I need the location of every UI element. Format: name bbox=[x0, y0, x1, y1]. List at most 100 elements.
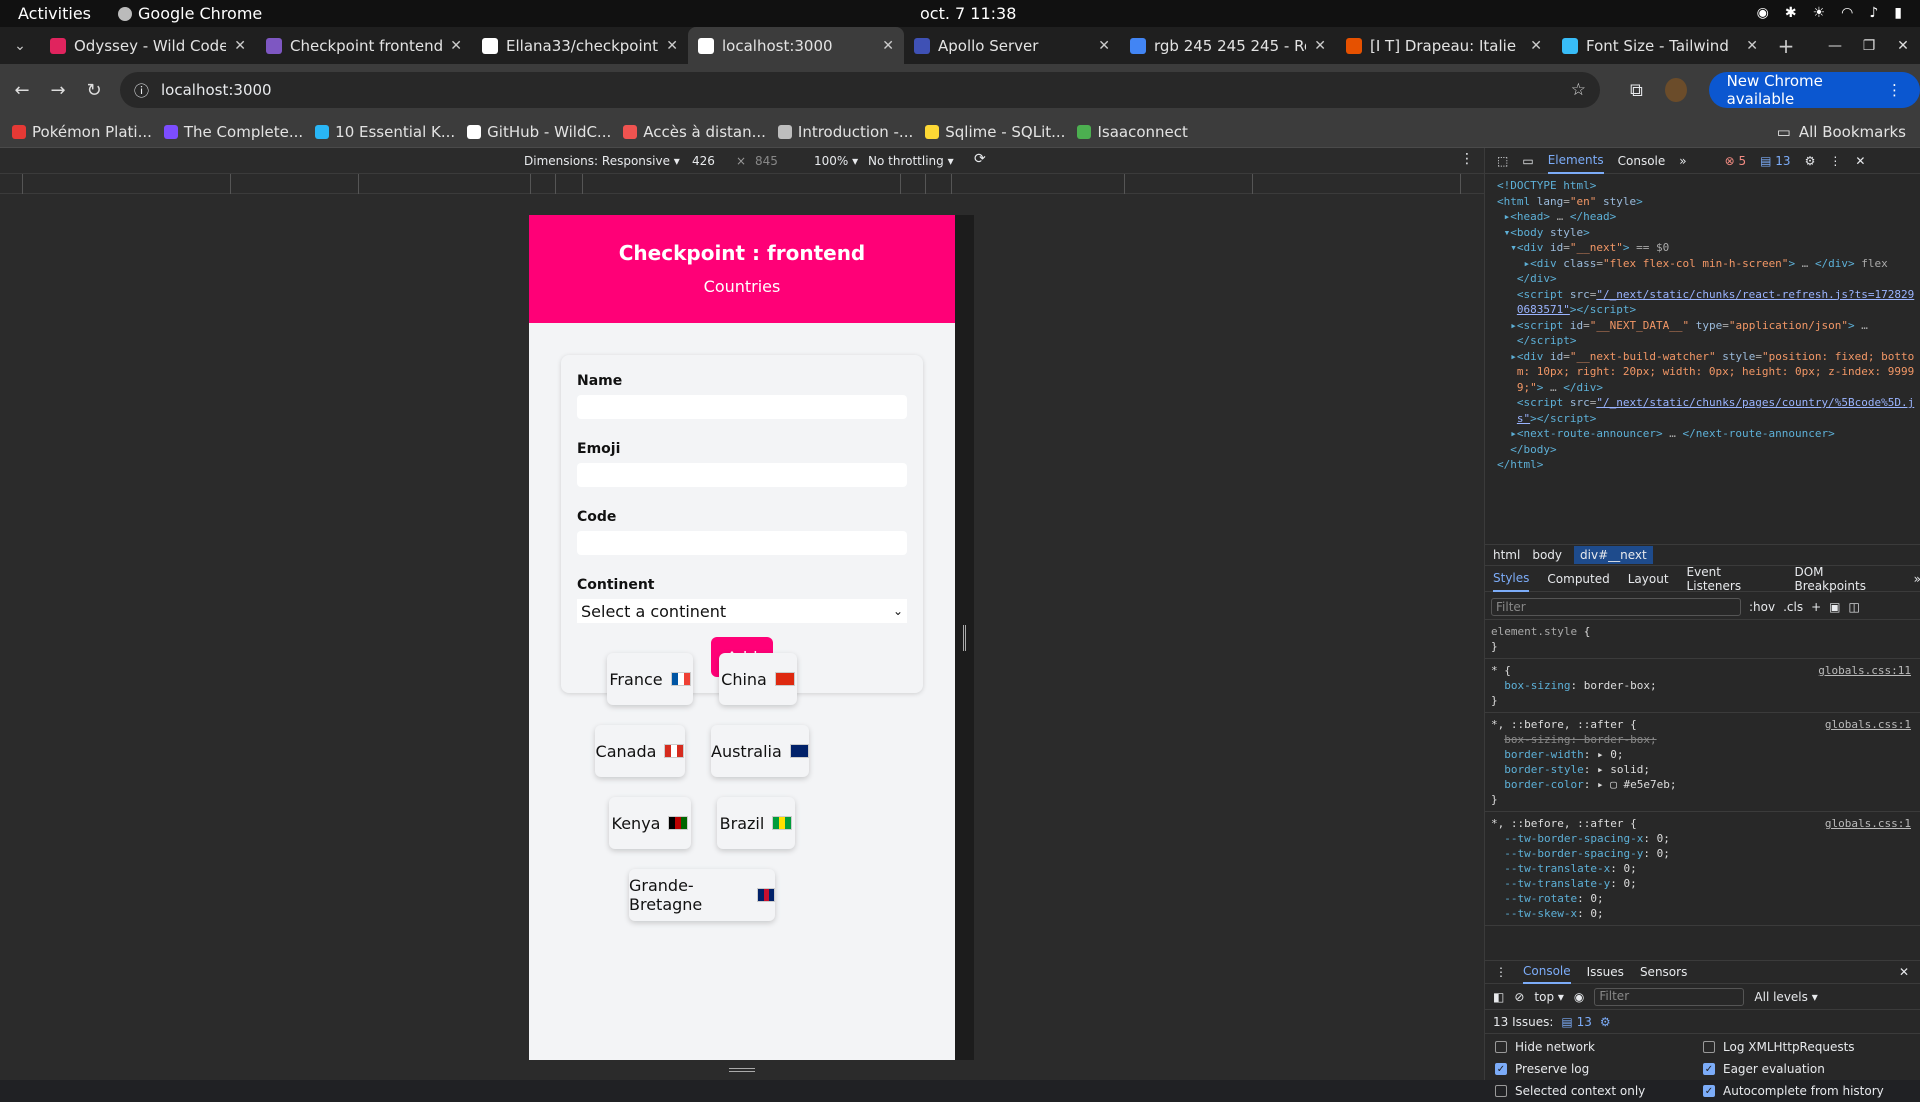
maximize-icon[interactable]: ❐ bbox=[1852, 38, 1886, 54]
bookmark-item[interactable]: Introduction -... bbox=[777, 123, 913, 141]
name-input[interactable] bbox=[577, 395, 907, 419]
settings-icon[interactable]: ⚙ bbox=[1805, 154, 1816, 168]
bookmark-item[interactable]: Sqlime - SQLit... bbox=[925, 123, 1065, 141]
code-input[interactable] bbox=[577, 531, 907, 555]
console-option[interactable]: Selected context only bbox=[1495, 1084, 1703, 1098]
browser-tab[interactable]: [I T] Drapeau: Italie ✕ bbox=[1336, 27, 1552, 64]
console-option[interactable]: ✓ Autocomplete from history bbox=[1703, 1084, 1911, 1098]
url-text[interactable]: localhost:3000 bbox=[161, 81, 272, 99]
checkbox[interactable] bbox=[1495, 1085, 1507, 1097]
checkbox[interactable] bbox=[1703, 1041, 1715, 1053]
bookmark-item[interactable]: 10 Essential K... bbox=[315, 123, 455, 141]
country-card[interactable]: Grande-Bretagne bbox=[629, 869, 775, 921]
more-subtabs-icon[interactable]: » bbox=[1914, 572, 1920, 586]
log-levels-dropdown[interactable]: All levels ▾ bbox=[1754, 990, 1817, 1004]
continent-select[interactable]: Select a continent ⌄ bbox=[577, 599, 907, 623]
console-settings-icon[interactable]: ⚙ bbox=[1600, 1015, 1611, 1029]
back-icon[interactable]: ← bbox=[4, 80, 40, 101]
country-card[interactable]: France bbox=[607, 653, 693, 705]
drawer-tab-sensors[interactable]: Sensors bbox=[1640, 965, 1687, 979]
context-select[interactable]: top ▾ bbox=[1534, 990, 1564, 1004]
bookmark-item[interactable]: Pokémon Plati... bbox=[12, 123, 152, 141]
browser-tab[interactable]: Odyssey - Wild Code ✕ bbox=[40, 27, 256, 64]
app-menu[interactable]: Google Chrome bbox=[118, 4, 262, 23]
checkbox[interactable]: ✓ bbox=[1495, 1063, 1507, 1075]
tab-event-listeners[interactable]: Event Listeners bbox=[1687, 565, 1777, 593]
breadcrumb-body[interactable]: body bbox=[1532, 548, 1562, 562]
new-chrome-available-button[interactable]: New Chrome available ⋮ bbox=[1708, 72, 1920, 108]
width-input[interactable]: 426 bbox=[692, 154, 715, 168]
dimensions-dropdown[interactable]: Dimensions: Responsive ▾ bbox=[524, 154, 680, 168]
checkbox[interactable]: ✓ bbox=[1703, 1085, 1715, 1097]
country-card[interactable]: Australia bbox=[711, 725, 809, 777]
inspect-icon[interactable]: ⬚ bbox=[1497, 154, 1508, 168]
resize-handle-bottom[interactable] bbox=[529, 1060, 974, 1080]
device-menu-icon[interactable]: ⋮ bbox=[1460, 151, 1474, 167]
tab-dom-breakpoints[interactable]: DOM Breakpoints bbox=[1795, 565, 1896, 593]
console-sidebar-icon[interactable]: ◧ bbox=[1493, 990, 1504, 1004]
error-badge[interactable]: ⊗ 5 bbox=[1725, 154, 1747, 168]
country-card[interactable]: China bbox=[719, 653, 797, 705]
reload-icon[interactable]: ↻ bbox=[76, 80, 112, 101]
breadcrumb-next[interactable]: div#__next bbox=[1574, 546, 1653, 564]
browser-tab[interactable]: Apollo Server ✕ bbox=[904, 27, 1120, 64]
media-query-ruler[interactable] bbox=[0, 174, 1484, 194]
new-tab-button[interactable]: + bbox=[1768, 27, 1804, 64]
bookmark-star-icon[interactable]: ☆ bbox=[1571, 80, 1586, 100]
message-badge[interactable]: ▤ 13 bbox=[1760, 154, 1790, 168]
clock[interactable]: oct. 7 11:38 bbox=[920, 4, 1016, 23]
drawer-tab-issues[interactable]: Issues bbox=[1587, 965, 1624, 979]
tab-computed[interactable]: Computed bbox=[1547, 572, 1609, 586]
close-tab-icon[interactable]: ✕ bbox=[1098, 38, 1110, 54]
console-option[interactable]: ✓ Preserve log bbox=[1495, 1062, 1703, 1076]
activities-button[interactable]: Activities bbox=[18, 4, 91, 23]
checkbox[interactable] bbox=[1495, 1041, 1507, 1053]
forward-icon[interactable]: → bbox=[40, 80, 76, 101]
breadcrumb-html[interactable]: html bbox=[1493, 548, 1520, 562]
close-tab-icon[interactable]: ✕ bbox=[666, 38, 678, 54]
minimize-icon[interactable]: — bbox=[1818, 38, 1852, 54]
issues-badge[interactable]: ▤ 13 bbox=[1561, 1015, 1591, 1029]
browser-tab[interactable]: Ellana33/checkpoint ✕ bbox=[472, 27, 688, 64]
styles-pane[interactable]: element.style {} * {globals.css:11 box-s… bbox=[1485, 620, 1920, 956]
more-tabs-icon[interactable]: » bbox=[1679, 154, 1686, 168]
console-option[interactable]: Hide network bbox=[1495, 1040, 1703, 1054]
browser-tab[interactable]: localhost:3000 ✕ bbox=[688, 27, 904, 64]
dom-tree[interactable]: <!DOCTYPE html> <html lang="en" style> ▸… bbox=[1485, 174, 1920, 477]
browser-tab[interactable]: Font Size - Tailwind ✕ bbox=[1552, 27, 1768, 64]
browser-tab[interactable]: Checkpoint frontend ✕ bbox=[256, 27, 472, 64]
system-tray[interactable]: ◉ ✱ ☀ ◠ ♪ ▮ bbox=[1757, 5, 1902, 21]
throttle-dropdown[interactable]: No throttling ▾ bbox=[868, 154, 954, 168]
tab-elements[interactable]: Elements bbox=[1547, 148, 1604, 174]
cls-toggle[interactable]: .cls bbox=[1783, 600, 1803, 614]
close-tab-icon[interactable]: ✕ bbox=[1530, 38, 1542, 54]
close-tab-icon[interactable]: ✕ bbox=[1746, 38, 1758, 54]
tab-search-icon[interactable]: ⌄ bbox=[0, 27, 40, 64]
tab-styles[interactable]: Styles bbox=[1493, 566, 1530, 592]
console-option[interactable]: Log XMLHttpRequests bbox=[1703, 1040, 1911, 1054]
tab-console[interactable]: Console bbox=[1618, 154, 1666, 168]
styles-filter-input[interactable]: Filter bbox=[1491, 597, 1741, 616]
drawer-tab-console[interactable]: Console bbox=[1523, 960, 1571, 984]
bookmark-item[interactable]: Isaaconnect bbox=[1077, 123, 1188, 141]
emoji-input[interactable] bbox=[577, 463, 907, 487]
resize-handle-right[interactable] bbox=[963, 625, 966, 651]
rotate-icon[interactable]: ⟳ bbox=[974, 151, 986, 167]
height-input[interactable]: 845 bbox=[755, 154, 778, 168]
bookmark-item[interactable]: The Complete... bbox=[163, 123, 303, 141]
country-card[interactable]: Kenya bbox=[609, 797, 691, 849]
all-bookmarks-button[interactable]: ▭ All Bookmarks bbox=[1777, 123, 1906, 141]
console-option[interactable]: ✓ Eager evaluation bbox=[1703, 1062, 1911, 1076]
live-expression-icon[interactable]: ◉ bbox=[1574, 990, 1584, 1004]
tab-layout[interactable]: Layout bbox=[1628, 572, 1669, 586]
device-toggle-icon[interactable]: ▭ bbox=[1522, 154, 1533, 168]
console-filter-input[interactable]: Filter bbox=[1594, 987, 1745, 1006]
bookmark-item[interactable]: GitHub - WildC... bbox=[467, 123, 611, 141]
new-rule-icon[interactable]: + bbox=[1811, 600, 1821, 614]
drawer-menu-icon[interactable]: ⋮ bbox=[1495, 965, 1507, 979]
devtools-menu-icon[interactable]: ⋮ bbox=[1829, 154, 1841, 168]
paint-icon[interactable]: ▣ bbox=[1829, 600, 1840, 614]
zoom-dropdown[interactable]: 100% ▾ bbox=[814, 154, 858, 168]
close-tab-icon[interactable]: ✕ bbox=[450, 38, 462, 54]
close-drawer-icon[interactable]: ✕ bbox=[1899, 965, 1909, 979]
